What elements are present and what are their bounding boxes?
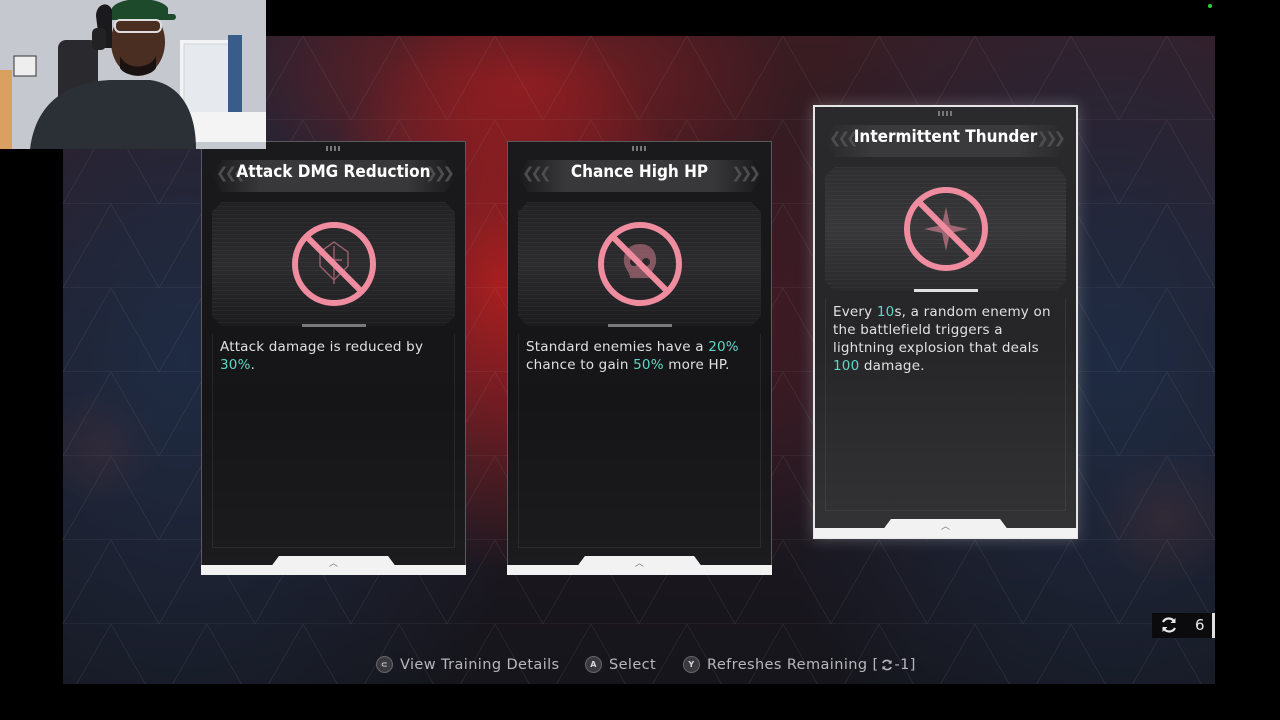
crossed-out-skull-icon (597, 222, 682, 306)
desc-text: chance to gain (526, 357, 634, 373)
card-description: Every 10s, a random enemy on the battlef… (833, 303, 1062, 375)
card-grip (937, 111, 954, 116)
desc-text: more HP. (663, 357, 730, 373)
card-title: Intermittent Thunder (853, 127, 1038, 147)
desc-value: 100 (833, 358, 860, 374)
controller-hints-bar: ⊂ View Training Details A Select Y Refre… (0, 656, 1280, 676)
desc-text: Attack damage is reduced by (220, 339, 424, 355)
training-card-attack-dmg-reduction[interactable]: ❮❮❮ ❯❯❯ Attack DMG Reduction Attack dama… (201, 141, 466, 575)
hint-select[interactable]: A Select (585, 656, 656, 673)
hint-refreshes-remaining[interactable]: Y Refreshes Remaining [ -1] (683, 656, 916, 673)
training-card-intermittent-thunder[interactable]: ❮❮❮ ❯❯❯ Intermittent Thunder Every 10s, … (813, 105, 1078, 539)
card-grip (325, 146, 342, 151)
icon-divider (301, 324, 366, 327)
view-button-icon: ⊂ (376, 656, 393, 673)
icon-divider (913, 289, 978, 292)
desc-text: . (250, 357, 256, 373)
refresh-count: 6 (1195, 616, 1205, 634)
refresh-icon (881, 659, 892, 670)
card-grip (631, 146, 648, 151)
desc-value: 50% (633, 357, 664, 373)
hint-label: Refreshes Remaining [ (707, 656, 879, 673)
hint-label-suffix: -1] (894, 656, 916, 673)
hint-label: View Training Details (400, 656, 560, 673)
desc-text: Standard enemies have a (526, 339, 709, 355)
refresh-counter-accent (1212, 613, 1215, 638)
hint-label: Select (609, 656, 657, 673)
a-button-icon: A (585, 656, 602, 673)
card-title: Chance High HP (570, 162, 709, 182)
training-card-chance-high-hp[interactable]: ❮❮❮ ❯❯❯ Chance High HP Standard enemies … (507, 141, 772, 575)
desc-text: damage. (859, 358, 925, 374)
refresh-counter: 6 (1152, 613, 1215, 638)
y-button-icon: Y (683, 656, 700, 673)
card-icon-box (212, 202, 455, 326)
webcam-feed-image (0, 0, 266, 149)
caret-up-icon: ︿ (634, 559, 644, 569)
card-icon-box (518, 202, 761, 326)
hint-view-training-details[interactable]: ⊂ View Training Details (376, 656, 560, 673)
crossed-out-star-compass-icon (903, 187, 988, 271)
refresh-icon (1162, 617, 1176, 633)
desc-text: Every (833, 304, 877, 320)
caret-up-icon: ︿ (940, 522, 950, 532)
crossed-out-sword-shield-icon (291, 222, 376, 306)
desc-value: 10 (876, 304, 895, 320)
card-description: Attack damage is reduced by 30%. (220, 338, 451, 374)
desc-value: 30% (220, 357, 251, 373)
card-title: Attack DMG Reduction (236, 162, 431, 182)
streamer-webcam-overlay (0, 0, 266, 149)
card-description: Standard enemies have a 20% chance to ga… (526, 338, 757, 374)
caret-up-icon: ︿ (328, 559, 338, 569)
desc-value: 20% (708, 339, 739, 355)
icon-divider (607, 324, 672, 327)
card-icon-box (825, 167, 1066, 291)
status-dot (1208, 4, 1212, 8)
